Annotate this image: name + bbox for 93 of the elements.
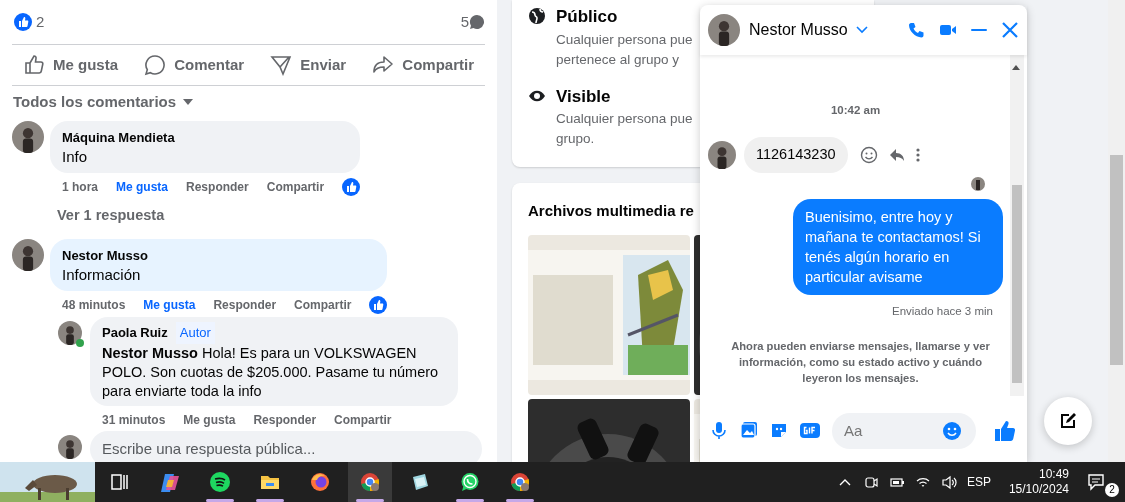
emoji-icon [942, 421, 962, 441]
image-icon [740, 421, 760, 441]
comment-author[interactable]: Nestor Musso [62, 245, 148, 266]
message-field[interactable]: Aa [842, 418, 942, 444]
dropdown-icon [182, 98, 195, 107]
avatar [708, 141, 736, 170]
chevron-down-icon [855, 26, 868, 34]
info-text: pertenece al grupo y [556, 50, 681, 69]
share-link[interactable]: Compartir [294, 296, 352, 315]
like-icon [342, 178, 361, 196]
clock[interactable]: 10:49 15/10/2024 [1008, 467, 1069, 497]
message-action-button[interactable] [915, 148, 920, 163]
comment-author[interactable]: Máquina Mendieta [62, 127, 175, 147]
language-indicator[interactable]: ESP [966, 473, 991, 491]
composer-button[interactable] [800, 421, 820, 441]
reply-field[interactable]: Escribe una respuesta pública... [90, 430, 482, 462]
like-link[interactable]: Me gusta [116, 178, 169, 196]
header-button[interactable] [907, 21, 925, 39]
chat-app-icon [460, 472, 480, 492]
share-link[interactable]: Compartir [334, 410, 392, 429]
info-text: Cualquier persona pue [556, 30, 693, 49]
notifications-button[interactable]: 2 [1087, 467, 1117, 497]
phone-icon [907, 21, 925, 39]
like-button[interactable] [994, 420, 1016, 442]
comment-text: Info [62, 147, 89, 166]
notification-count: 2 [1105, 483, 1119, 497]
speaker-icon[interactable] [940, 474, 957, 490]
avatar [58, 321, 82, 346]
action-button[interactable]: Comentar [143, 45, 246, 85]
contact-name[interactable]: Nestor Musso [748, 17, 869, 43]
app-icon [510, 472, 530, 492]
app-icon [310, 472, 330, 492]
header-button[interactable] [1001, 21, 1019, 39]
message-bubble: Buenisimo, entre hoy y mañana te contactamos! Si tenés algún horario en particular avisame [793, 199, 1003, 295]
comment-filter[interactable]: Todos los comentarios [12, 90, 196, 115]
task-view-icon [110, 472, 130, 492]
gif-icon [800, 421, 820, 441]
info-title: Público [556, 6, 619, 28]
share-link[interactable]: Compartir [266, 178, 325, 196]
comment-time[interactable]: 31 minutos [102, 410, 166, 429]
message-action-button[interactable] [859, 146, 878, 165]
avatar [12, 238, 44, 271]
view-replies-link[interactable]: Ver 1 respuesta [56, 204, 166, 228]
comment-text: Nestor Musso Hola! Es para un VOLKSWAGEN POLO. Son cuotas de $205.000. Pasame tu número para enviarte toda la info [102, 343, 440, 401]
like-icon [369, 296, 388, 315]
app-icon [210, 472, 230, 492]
info-text: Cualquier persona pue [556, 110, 693, 128]
like-icon [14, 13, 32, 31]
close-icon [1001, 21, 1019, 39]
taskbar-button[interactable] [348, 462, 392, 502]
message-composer[interactable]: Aa [832, 413, 976, 449]
message-bubble: 1126143230 [744, 137, 848, 173]
chat-notice: Ahora pueden enviarse mensajes, llamarse y ver información, como su estado activo y cuándo leyeron los mensajes. [730, 339, 991, 387]
action-button[interactable]: Enviar [269, 45, 348, 85]
action-button[interactable]: Me gusta [22, 45, 119, 85]
app-icon [360, 472, 380, 492]
comment-author[interactable]: Paola Ruiz [102, 323, 168, 343]
avatar [708, 14, 740, 46]
comment-icon [144, 54, 167, 76]
more-icon [915, 148, 920, 163]
comment-time[interactable]: 48 minutos [62, 296, 126, 315]
comment-time[interactable]: 1 hora [62, 178, 98, 196]
app-icon [410, 472, 430, 492]
comment-text: Información [62, 265, 142, 285]
avatar [58, 434, 82, 459]
reply-link[interactable]: Responder [213, 296, 277, 315]
comment-count[interactable]: 5 [460, 10, 469, 34]
camera-icon[interactable] [862, 474, 879, 490]
info-text: grupo. [556, 130, 596, 148]
avatar [12, 120, 44, 153]
globe-icon [528, 7, 546, 25]
emoji-icon [859, 146, 878, 165]
action-button[interactable]: Compartir [371, 45, 475, 85]
send-icon [270, 54, 293, 76]
section-title: Archivos multimedia re [528, 201, 694, 221]
reply-link[interactable]: Responder [186, 178, 249, 196]
notification-icon [1087, 473, 1105, 491]
composer-button[interactable] [740, 421, 760, 441]
like-icon [23, 54, 45, 76]
like-link[interactable]: Me gusta [143, 296, 196, 315]
app-icon [160, 472, 180, 492]
message-status: Enviado hace 3 min [892, 304, 993, 319]
message-time: 10:42 am [829, 103, 882, 118]
share-icon [372, 54, 395, 76]
reply-link[interactable]: Responder [253, 410, 317, 429]
comment-icon [469, 14, 485, 30]
info-title: Visible [556, 85, 612, 108]
new-message-button[interactable] [1044, 397, 1092, 445]
reaction-count[interactable]: 2 [36, 10, 45, 34]
like-link[interactable]: Me gusta [183, 410, 236, 429]
author-badge: Autor [175, 322, 215, 344]
thumbs-up-icon [994, 420, 1016, 442]
minimize-icon [971, 29, 987, 31]
